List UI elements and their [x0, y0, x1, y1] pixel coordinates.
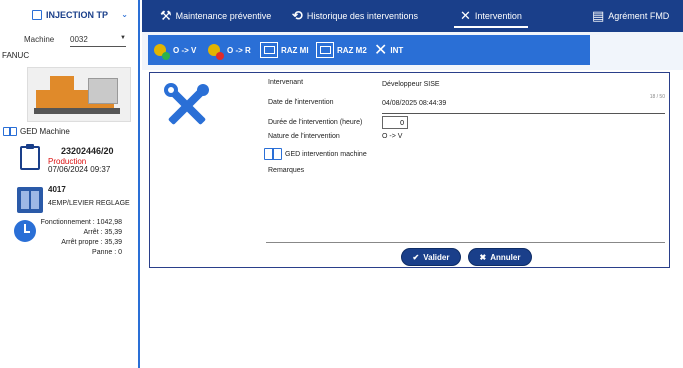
mold-icon [17, 187, 43, 213]
of-number: 23202446/20 [61, 146, 114, 156]
machine-icon [31, 10, 42, 20]
check-icon: ✔ [412, 252, 420, 262]
reset-counter-icon [260, 42, 278, 58]
cancel-button[interactable]: ✖ Annuler [468, 248, 532, 266]
action-label: INT [390, 45, 404, 55]
ged-intervention-link[interactable]: GED intervention machine [264, 148, 367, 160]
gear-red-icon [208, 44, 224, 60]
mold-code: 4017 [48, 185, 66, 194]
tab-maintenance-preventive[interactable]: ⚒ Maintenance préventive [160, 0, 271, 32]
action-o-to-r-button[interactable]: O -> R [208, 38, 251, 62]
int-button[interactable]: ✕ INT [374, 38, 403, 62]
tools-icon: ✕ [460, 8, 471, 23]
machine-label: Machine [24, 35, 55, 44]
machine-brand: FANUC [2, 51, 30, 60]
close-icon: ✖ [479, 252, 487, 262]
stat-panne: Panne : 0 [92, 249, 122, 256]
ged-intervention-label: GED intervention machine [285, 150, 367, 158]
tab-label: Historique des interventions [306, 11, 418, 21]
stat-arret-propre: Arrêt propre : 35,39 [61, 239, 122, 246]
ged-machine-label: GED Machine [20, 127, 70, 136]
dropdown-arrow-icon: ▼ [120, 35, 126, 41]
tab-historique[interactable]: ⟲ Historique des interventions [292, 0, 418, 32]
date-label: Date de l'intervention [268, 99, 334, 106]
sidebar-title: INJECTION TP [45, 10, 108, 20]
tools-icon: ✕ [374, 42, 388, 59]
sidebar-header[interactable]: INJECTION TP ⌄ [0, 0, 140, 30]
ged-machine-link[interactable]: GED Machine [3, 127, 70, 136]
machine-sidebar: INJECTION TP ⌄ Machine 0032 ▼ FANUC GED … [0, 0, 140, 368]
clipboard-icon [20, 144, 40, 170]
tab-agrement-fmd[interactable]: ▤ Agrément FMD [592, 0, 669, 32]
nature-label: Nature de l'intervention [268, 133, 340, 140]
tools-icon: ⚒ [160, 8, 172, 23]
clock-icon [14, 220, 36, 242]
nature-value: O -> V [382, 133, 403, 140]
tools-icon [164, 83, 209, 125]
action-label: RAZ MI [281, 45, 309, 55]
action-label: O -> R [227, 45, 251, 55]
app-root: INJECTION TP ⌄ Machine 0032 ▼ FANUC GED … [0, 0, 683, 368]
main-tab-bar: ⚒ Maintenance préventive ⟲ Historique de… [142, 0, 683, 32]
machine-stats: Fonctionnement : 1042,98 Arrêt : 35,39 A… [41, 218, 122, 258]
date-field[interactable]: 04/08/2025 08:44:39 [382, 99, 665, 114]
reset-counter-icon [316, 42, 334, 58]
mold-name: 4EMP/LEVIER REGLAGE [48, 200, 130, 207]
history-icon: ⟲ [292, 8, 303, 23]
action-toolbar: O -> V O -> R RAZ MI RAZ M2 ✕ INT [142, 32, 683, 70]
stat-arret: Arrêt : 35,39 [83, 229, 122, 236]
duration-label: Durée de l'intervention (heure) [268, 119, 363, 126]
machine-select[interactable]: 0032 ▼ [70, 35, 126, 47]
date-value: 04/08/2025 08:44:39 [382, 100, 447, 107]
form-divider [266, 242, 665, 243]
gear-green-icon [154, 44, 170, 60]
action-o-to-v-button[interactable]: O -> V [154, 38, 196, 62]
machine-image [27, 67, 131, 122]
machine-select-value: 0032 [70, 35, 88, 44]
raz-m1-button[interactable]: RAZ MI [260, 38, 309, 62]
intervenant-label: Intervenant [268, 79, 304, 86]
document-icon: ▤ [592, 8, 605, 23]
cancel-label: Annuler [490, 252, 521, 262]
book-icon [264, 148, 282, 160]
validate-label: Valider [423, 252, 450, 262]
char-counter: 18 / 50 [649, 94, 665, 100]
validate-button[interactable]: ✔ Valider [401, 248, 461, 266]
remarks-label: Remarques [268, 167, 305, 174]
stat-fonctionnement: Fonctionnement : 1042,98 [40, 219, 122, 226]
book-icon [3, 127, 17, 136]
intervenant-value: Développeur SISE [382, 81, 440, 88]
intervention-form: Intervenant Développeur SISE Date de l'i… [149, 72, 670, 268]
duration-input[interactable] [382, 116, 408, 129]
of-date: 07/06/2024 09:37 [48, 165, 111, 174]
tab-label: Agrément FMD [608, 11, 670, 21]
tab-intervention[interactable]: ✕ Intervention [454, 0, 528, 32]
action-label: RAZ M2 [337, 45, 367, 55]
tab-label: Maintenance préventive [175, 11, 272, 21]
raz-m2-button[interactable]: RAZ M2 [316, 38, 367, 62]
chevron-down-icon[interactable]: ⌄ [121, 10, 128, 19]
tab-label: Intervention [474, 11, 522, 21]
action-label: O -> V [173, 45, 197, 55]
